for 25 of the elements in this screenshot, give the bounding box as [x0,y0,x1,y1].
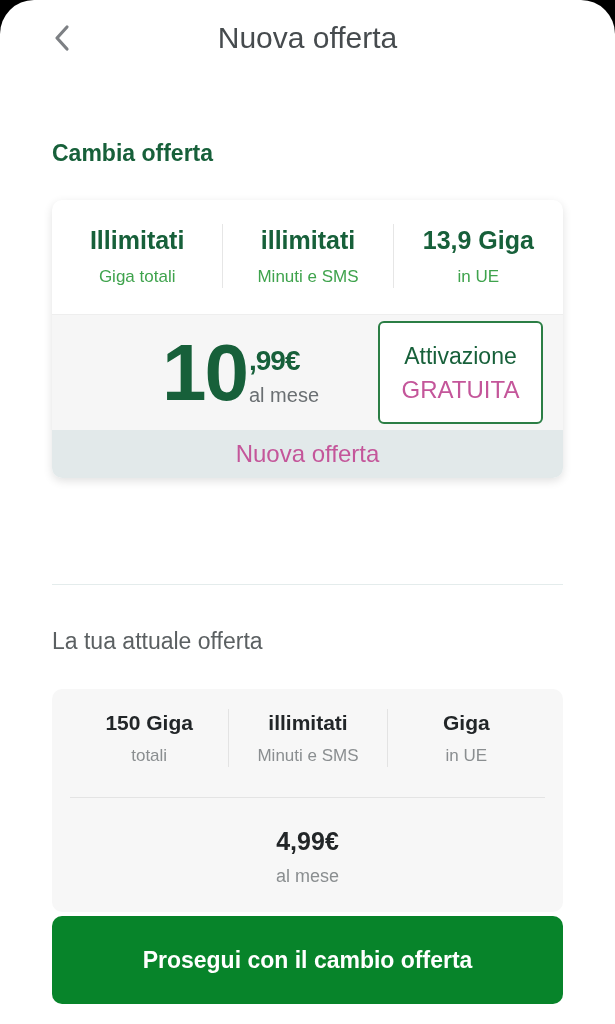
activation-free-label: GRATUITA [401,374,520,405]
feature-label: in UE [457,266,500,288]
current-price: 4,99€ [276,826,339,856]
current-price-period: al mese [276,865,339,888]
feature-value: illimitati [260,225,356,256]
price-integer: 10 [162,337,247,408]
feature-label: in UE [445,745,488,767]
section-heading: La tua attuale offerta [52,627,264,656]
feature-label: Minuti e SMS [257,266,359,288]
feature-label: totali [131,745,168,767]
feature-value: Giga [442,710,490,736]
feature-value: 13,9 Giga [422,225,534,256]
price-period: al mese [249,382,319,408]
back-chevron-icon [54,24,70,52]
section-heading: Cambia offerta [52,139,215,168]
banner-label: Nuova offerta [235,439,380,469]
feature-label: Minuti e SMS [257,745,359,767]
feature-value: Illimitati [89,225,185,256]
feature-value: illimitati [268,710,348,736]
page-title: Nuova offerta [217,20,398,56]
feature-value: 150 Giga [105,710,193,736]
activation-label: Attivazione [404,341,517,371]
feature-label: Giga totali [98,266,176,288]
price-decimals: ,99€ [249,345,301,376]
continue-button[interactable]: Prosegui con il cambio offerta [52,916,563,1004]
